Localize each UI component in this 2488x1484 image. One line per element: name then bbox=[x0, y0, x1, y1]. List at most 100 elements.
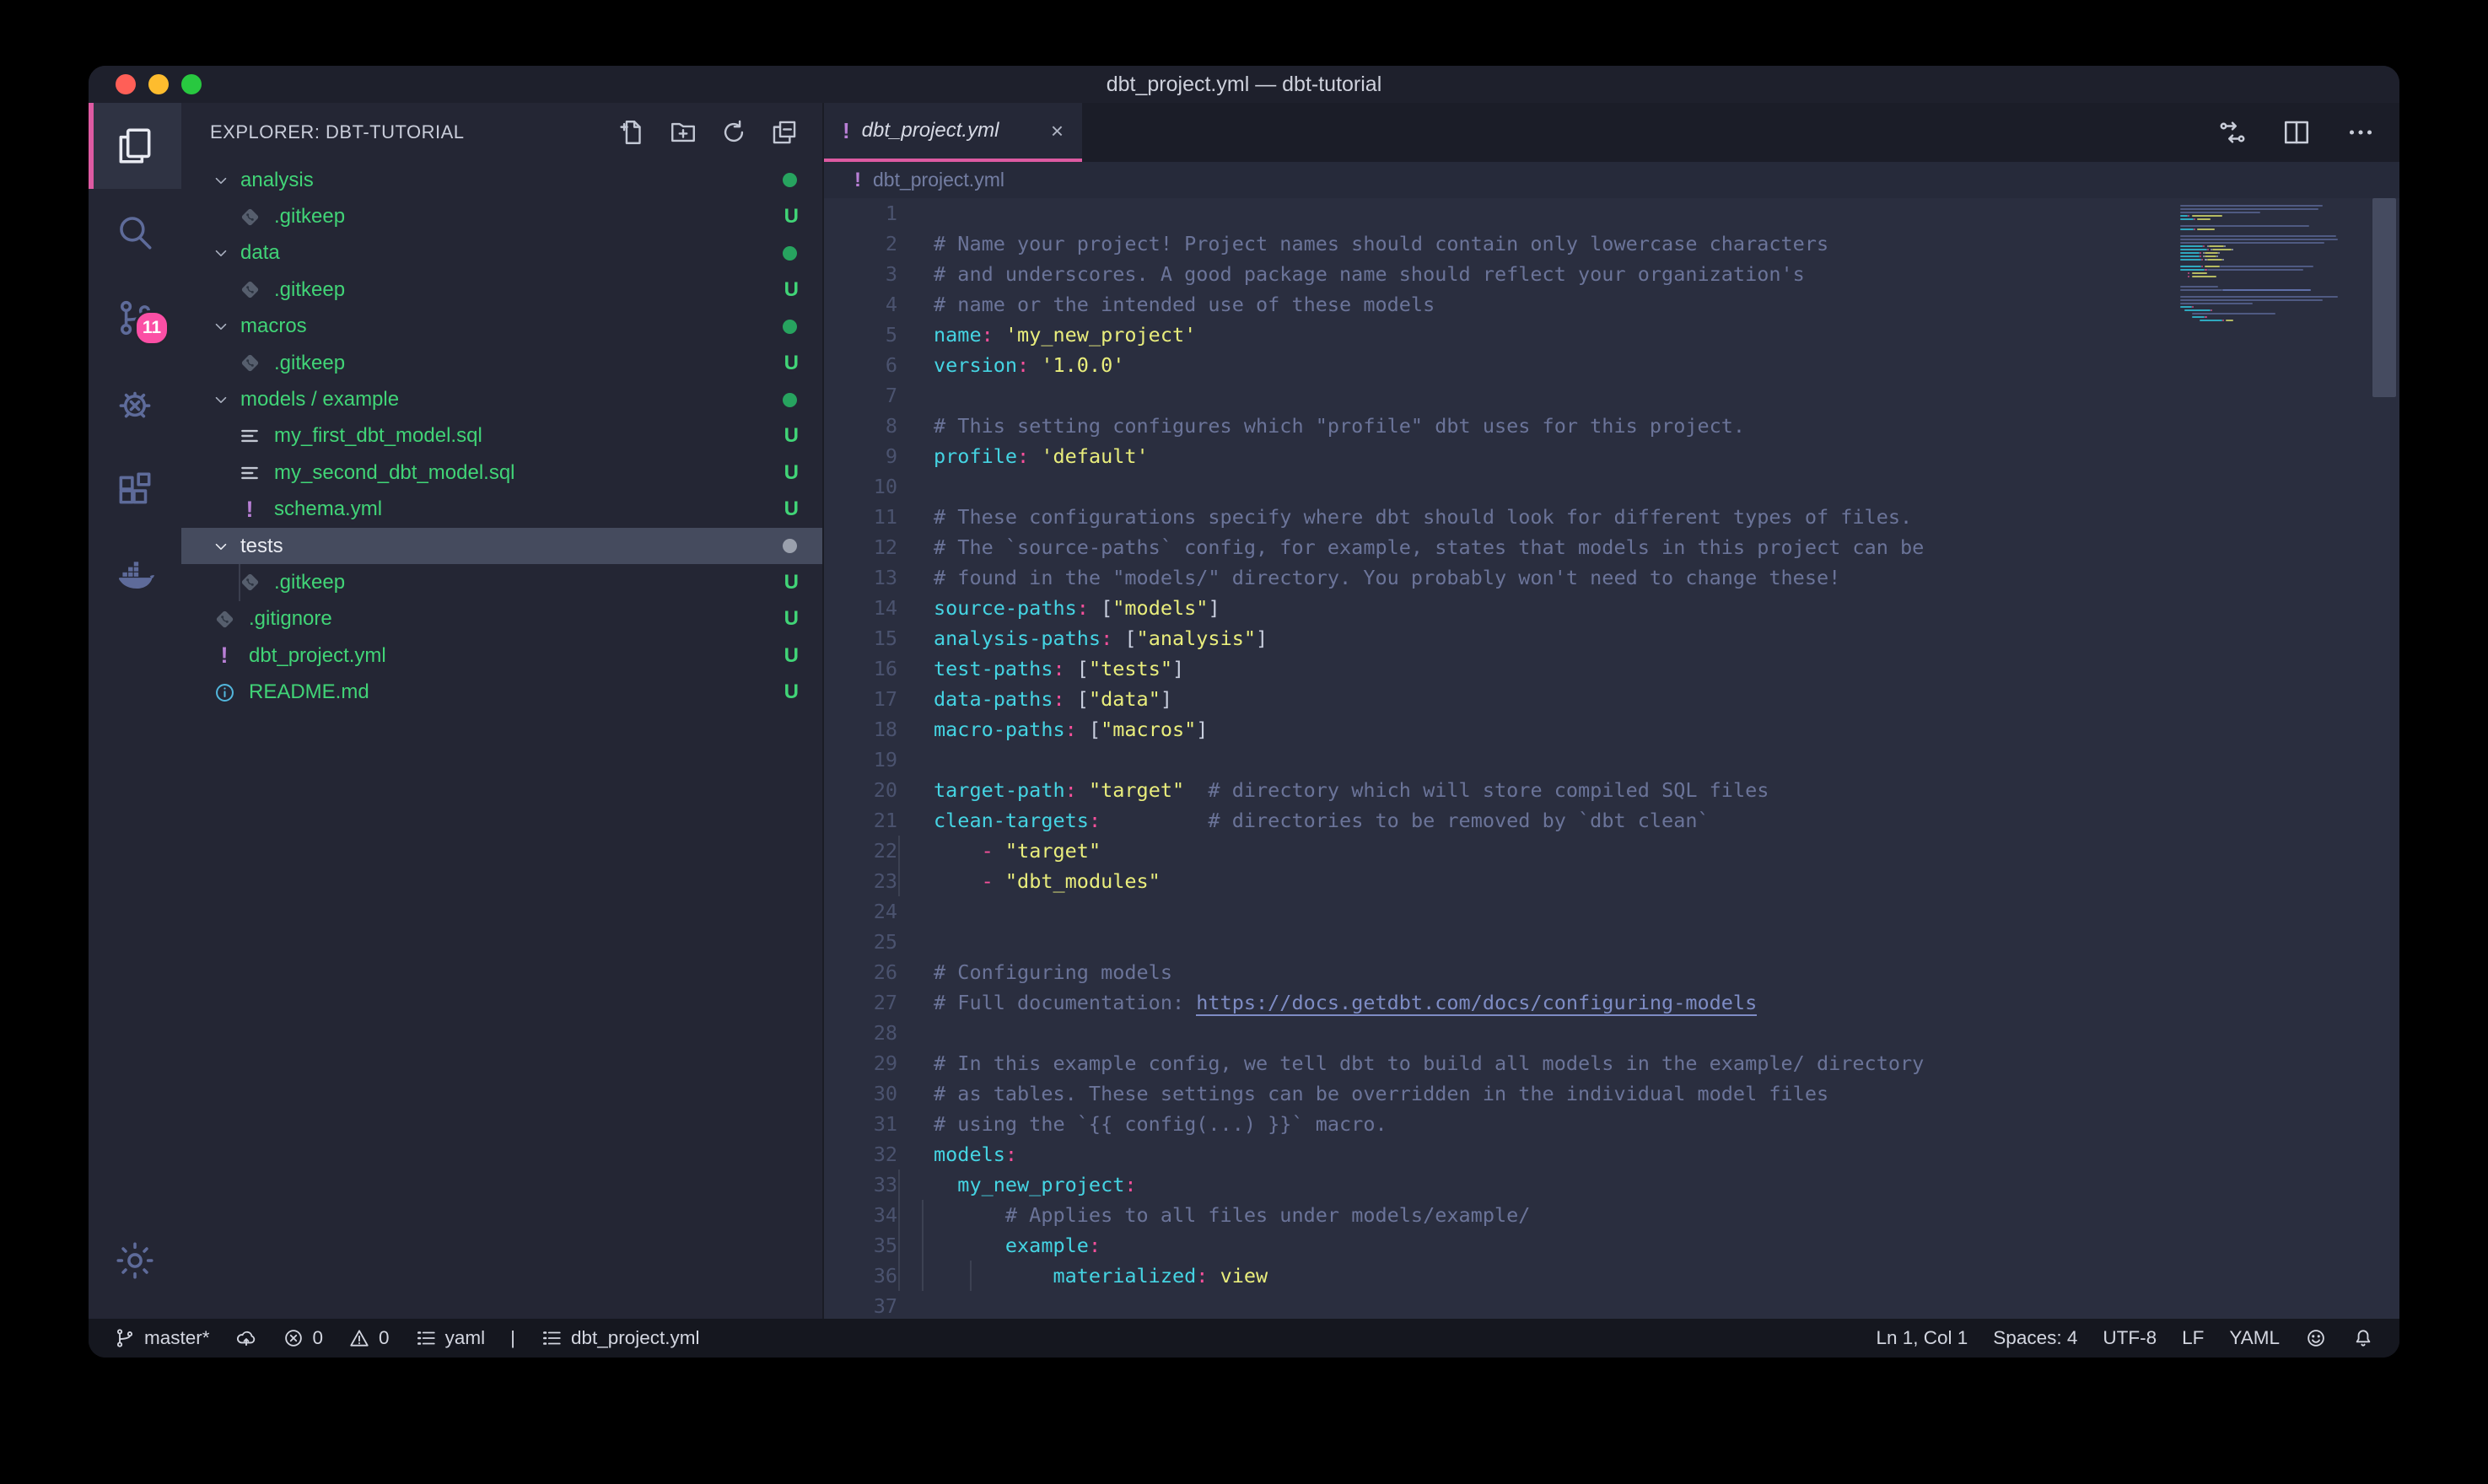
explorer-sidebar: EXPLORER: DBT-TUTORIAL analysis.gitkeepU… bbox=[181, 103, 824, 1319]
tree-item-my-second-dbt-model-sql[interactable]: my_second_dbt_model.sqlU bbox=[181, 454, 822, 491]
minimap[interactable] bbox=[2180, 201, 2369, 325]
tree-item-label: models / example bbox=[240, 388, 783, 411]
status-language-mode[interactable]: YAML bbox=[2229, 1327, 2280, 1349]
debug-icon bbox=[114, 383, 156, 425]
line-number: 23 bbox=[824, 866, 897, 896]
breadcrumb[interactable]: ! dbt_project.yml bbox=[824, 162, 2399, 198]
extensions-icon bbox=[114, 469, 156, 511]
source-control-badge: 11 bbox=[134, 310, 170, 346]
code-line-5: 5name: 'my_new_project' bbox=[824, 320, 2399, 350]
tree-item-readme-md[interactable]: README.mdU bbox=[181, 674, 822, 710]
tree-item-tests[interactable]: tests bbox=[181, 528, 822, 564]
chevron-down-icon bbox=[212, 317, 230, 336]
status-outline-file[interactable]: dbt_project.yml bbox=[541, 1327, 700, 1349]
activity-bar-item-docker[interactable] bbox=[89, 533, 181, 619]
indent-guide bbox=[970, 1261, 972, 1291]
bell-icon bbox=[2352, 1327, 2374, 1349]
activity-bar-item-search[interactable] bbox=[89, 189, 181, 275]
status-indentation-label: Spaces: 4 bbox=[1993, 1327, 2077, 1349]
activity-bar-item-extensions[interactable] bbox=[89, 447, 181, 533]
tree-item-label: .gitkeep bbox=[274, 571, 784, 594]
new-file-button[interactable] bbox=[618, 118, 647, 147]
sql-file-icon bbox=[237, 462, 262, 484]
git-status-badge: U bbox=[784, 644, 799, 668]
tab-bar: ! dbt_project.yml × bbox=[824, 103, 2399, 162]
status-cursor-position[interactable]: Ln 1, Col 1 bbox=[1876, 1327, 1968, 1349]
line-number: 17 bbox=[824, 684, 897, 714]
status-encoding[interactable]: UTF-8 bbox=[2103, 1327, 2157, 1349]
status-outline-yaml-label: yaml bbox=[445, 1327, 486, 1349]
status-git-branch[interactable]: master* bbox=[114, 1327, 210, 1349]
line-number: 35 bbox=[824, 1230, 897, 1261]
activity-bar-item-settings[interactable] bbox=[89, 1218, 181, 1304]
tree-item--gitkeep[interactable]: .gitkeepU bbox=[181, 198, 822, 234]
code-line-6: 6version: '1.0.0' bbox=[824, 350, 2399, 380]
status-indentation[interactable]: Spaces: 4 bbox=[1993, 1327, 2077, 1349]
line-number: 25 bbox=[824, 927, 897, 957]
tree-item-macros[interactable]: macros bbox=[181, 309, 822, 345]
tree-item--gitignore[interactable]: .gitignoreU bbox=[181, 601, 822, 637]
tree-item--gitkeep[interactable]: .gitkeepU bbox=[181, 564, 822, 600]
split-editor-button[interactable] bbox=[2281, 117, 2312, 148]
status-eol[interactable]: LF bbox=[2182, 1327, 2204, 1349]
file-tree: analysis.gitkeepUdata.gitkeepUmacros.git… bbox=[181, 162, 822, 1319]
tree-item-label: schema.yml bbox=[274, 497, 784, 521]
code-line-35: 35 example: bbox=[824, 1230, 2399, 1261]
status-warnings[interactable]: 0 bbox=[348, 1327, 390, 1349]
explorer-title: EXPLORER: DBT-TUTORIAL bbox=[210, 121, 618, 143]
indent-guide bbox=[898, 1230, 900, 1261]
line-number: 11 bbox=[824, 502, 897, 532]
status-errors[interactable]: 0 bbox=[283, 1327, 324, 1349]
tree-item-data[interactable]: data bbox=[181, 235, 822, 272]
line-number: 13 bbox=[824, 562, 897, 593]
tree-item-models-example[interactable]: models / example bbox=[181, 381, 822, 417]
tree-item--gitkeep[interactable]: .gitkeepU bbox=[181, 272, 822, 308]
yaml-warn-file-icon: ! bbox=[237, 497, 262, 523]
tree-item-schema-yml[interactable]: ! schema.ymlU bbox=[181, 492, 822, 528]
title-bar[interactable]: dbt_project.yml — dbt-tutorial bbox=[89, 66, 2399, 103]
refresh-button[interactable] bbox=[719, 118, 748, 147]
close-tab-icon[interactable]: × bbox=[1051, 118, 1064, 144]
tree-item--gitkeep[interactable]: .gitkeepU bbox=[181, 345, 822, 381]
status-separator: | bbox=[510, 1327, 515, 1349]
tree-item-label: macros bbox=[240, 315, 783, 338]
git-status-badge: U bbox=[784, 497, 799, 521]
line-number: 21 bbox=[824, 805, 897, 836]
new-folder-button[interactable] bbox=[669, 118, 697, 147]
modified-indicator-icon: ! bbox=[854, 169, 861, 192]
line-number: 3 bbox=[824, 259, 897, 289]
code-line-15: 15analysis-paths: ["analysis"] bbox=[824, 623, 2399, 653]
list-icon bbox=[541, 1327, 563, 1349]
git-status-badge: U bbox=[784, 680, 799, 704]
tree-item-my-first-dbt-model-sql[interactable]: my_first_dbt_model.sqlU bbox=[181, 418, 822, 454]
activity-bar-item-explorer[interactable] bbox=[89, 103, 181, 189]
code-line-10: 10 bbox=[824, 471, 2399, 502]
git-file-icon bbox=[237, 571, 262, 594]
list-icon bbox=[415, 1327, 437, 1349]
tab-dbt-project-yml[interactable]: ! dbt_project.yml × bbox=[824, 103, 1082, 162]
git-modified-dot bbox=[783, 320, 797, 334]
line-number: 32 bbox=[824, 1139, 897, 1169]
line-number: 27 bbox=[824, 987, 897, 1018]
open-changes-button[interactable] bbox=[2217, 117, 2248, 148]
more-actions-button[interactable] bbox=[2345, 117, 2376, 148]
activity-bar-item-source-control[interactable]: 11 bbox=[89, 275, 181, 361]
editor-scrollbar[interactable] bbox=[2372, 198, 2396, 397]
code-line-12: 12# The `source-paths` config, for examp… bbox=[824, 532, 2399, 562]
indent-guide bbox=[922, 1200, 924, 1230]
branch-icon bbox=[114, 1327, 136, 1349]
status-outline-yaml[interactable]: yaml bbox=[415, 1327, 486, 1349]
collapse-all-button[interactable] bbox=[770, 118, 799, 147]
status-bar: master* 0 0 yaml | dbt_project.yml Ln 1, Col … bbox=[89, 1319, 2399, 1358]
tree-item-label: analysis bbox=[240, 169, 783, 192]
line-number: 8 bbox=[824, 411, 897, 441]
tree-item-analysis[interactable]: analysis bbox=[181, 162, 822, 198]
status-notifications[interactable] bbox=[2352, 1327, 2374, 1349]
code-editor[interactable]: 12# Name your project! Project names sho… bbox=[824, 198, 2399, 1319]
git-modified-dot bbox=[783, 539, 797, 553]
tree-item-dbt-project-yml[interactable]: !dbt_project.ymlU bbox=[181, 637, 822, 674]
status-feedback[interactable] bbox=[2305, 1327, 2327, 1349]
status-publish[interactable] bbox=[235, 1327, 257, 1349]
line-number: 24 bbox=[824, 896, 897, 927]
activity-bar-item-debug[interactable] bbox=[89, 361, 181, 447]
